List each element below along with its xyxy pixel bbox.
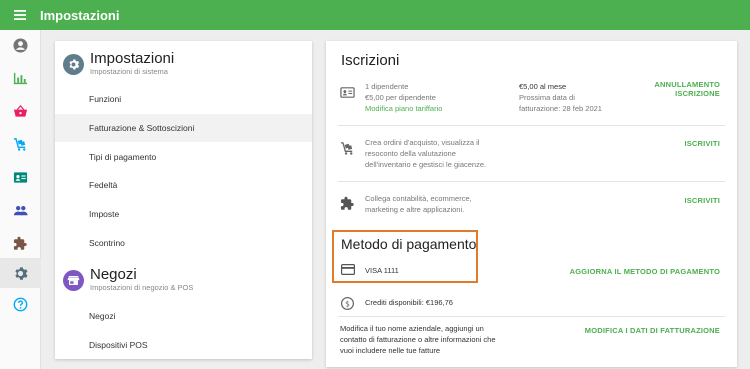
nav-item-tipi-pagamento[interactable]: Tipi di pagamento	[55, 143, 312, 171]
subscribe-integrations-button[interactable]: ISCRIVITI	[684, 196, 720, 205]
rail-help[interactable]	[0, 289, 41, 319]
subscribe-inventory-button[interactable]: ISCRIVITI	[684, 139, 720, 148]
cart-icon	[13, 137, 26, 151]
gear-icon	[69, 58, 80, 70]
gear-icon	[15, 266, 28, 280]
billing-description-1: Modifica il tuo nome aziendale, aggiungi…	[340, 324, 484, 333]
billing-description-2: contatto di fatturazione o altre informa…	[340, 335, 496, 344]
inventory-row-icon	[340, 141, 355, 156]
nav-item-funzioni[interactable]: Funzioni	[55, 85, 312, 113]
edit-billing-details-button[interactable]: MODIFICA I DATI DI FATTURAZIONE	[585, 326, 720, 335]
billing-card: Iscrizioni 1 dipendente €5,00 per dipend…	[326, 41, 737, 367]
divider	[338, 316, 725, 317]
rail-integrations[interactable]	[0, 228, 41, 258]
nav-item-scontrino[interactable]: Scontrino	[55, 229, 312, 257]
employee-plan-icon	[340, 85, 355, 100]
saved-card-label: VISA 1111	[365, 266, 399, 275]
account-icon	[13, 37, 28, 53]
subscriptions-title: Iscrizioni	[341, 52, 400, 69]
nav-item-fedelta[interactable]: Fedeltà	[55, 171, 312, 199]
integrations-description-1: Collega contabilità, ecommerce,	[365, 194, 472, 203]
employee-count: 1 dipendente	[365, 82, 409, 91]
id-card-icon	[13, 171, 28, 183]
settings-section-header: Impostazioni Impostazioni di sistema	[55, 51, 174, 77]
nav-item-imposte[interactable]: Imposte	[55, 200, 312, 228]
menu-button[interactable]	[0, 0, 40, 30]
puzzle-icon	[13, 236, 27, 250]
nav-item-fatturazione[interactable]: Fatturazione & Sottoscizioni	[55, 114, 312, 142]
settings-menu-card: Impostazioni Impostazioni di sistema Fun…	[55, 41, 312, 359]
puzzle-icon	[340, 196, 354, 210]
integrations-row-icon	[340, 196, 355, 211]
next-billing-date: fatturazione: 28 feb 2021	[519, 104, 602, 113]
next-billing-label: Prossima data di	[519, 93, 575, 102]
cancel-subscription-label-1: ANNULLAMENTO	[654, 80, 720, 89]
update-payment-method-button[interactable]: AGGIORNA IL METODO DI PAGAMENTO	[570, 267, 720, 276]
cancel-subscription-button[interactable]: ANNULLAMENTO ISCRIZIONE	[654, 80, 720, 98]
people-icon	[13, 205, 28, 215]
chart-icon	[13, 72, 28, 84]
hamburger-icon	[14, 10, 26, 20]
inventory-description-1: Crea ordini d'acquisto, visualizza il	[365, 138, 480, 147]
credits-row-icon: $	[340, 296, 355, 311]
settings-section-subtitle: Impostazioni di sistema	[90, 67, 168, 76]
svg-text:$: $	[345, 299, 350, 308]
available-credits: Crediti disponibili: €196,76	[365, 298, 453, 307]
id-card-icon	[340, 87, 355, 98]
monthly-price: €5,00 al mese	[519, 82, 567, 91]
integrations-description-2: marketing e altre applicazioni.	[365, 205, 465, 214]
stores-section-icon	[63, 269, 84, 291]
stores-section-header: Negozi Impostazioni di negozio & POS	[55, 267, 193, 293]
inventory-description-2: resoconto della valutazione	[365, 149, 456, 158]
rail-account[interactable]	[0, 30, 41, 60]
payment-method-title: Metodo di pagamento	[341, 236, 477, 252]
rail-reports[interactable]	[0, 63, 41, 93]
stores-section-subtitle: Impostazioni di negozio & POS	[90, 283, 194, 292]
help-icon	[13, 297, 28, 311]
dollar-circle-icon: $	[340, 296, 355, 311]
rail-employees[interactable]	[0, 162, 41, 192]
cart-icon	[340, 142, 353, 155]
nav-item-dispositivi-pos[interactable]: Dispositivi POS	[55, 331, 312, 359]
store-icon	[67, 275, 80, 285]
credit-card-icon	[341, 264, 355, 275]
stores-section-title: Negozi	[90, 266, 137, 283]
change-plan-link[interactable]: Modifica piano tariffario	[365, 104, 442, 113]
settings-section-icon	[63, 53, 84, 75]
divider	[338, 181, 725, 182]
nav-item-negozi[interactable]: Negozi	[55, 302, 312, 330]
app-title: Impostazioni	[40, 7, 120, 23]
rail-customers[interactable]	[0, 195, 41, 225]
rail-sales[interactable]	[0, 96, 41, 126]
top-app-bar: Impostazioni	[0, 0, 750, 30]
billing-description-3: vuoi includere nelle tue fatture	[340, 346, 441, 355]
settings-section-title: Impostazioni	[90, 50, 175, 67]
nav-rail	[0, 30, 41, 369]
rail-settings[interactable]	[0, 258, 41, 288]
divider	[338, 125, 725, 126]
price-per-employee: €5,00 per dipendente	[365, 93, 436, 102]
basket-icon	[13, 104, 28, 117]
inventory-description-3: dell'inventario e gestisci le giacenze.	[365, 160, 487, 169]
rail-inventory[interactable]	[0, 129, 41, 159]
cancel-subscription-label-2: ISCRIZIONE	[675, 89, 720, 98]
